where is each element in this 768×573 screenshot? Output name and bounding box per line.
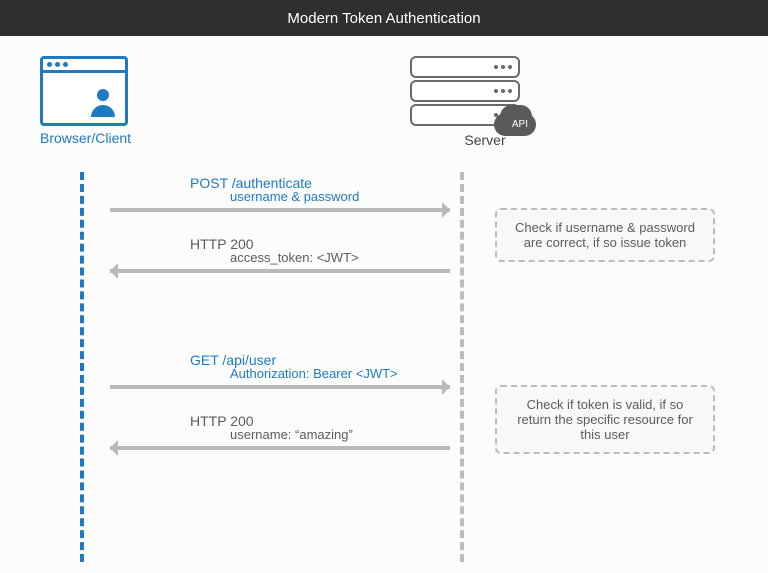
flow1-request-detail: username & password [230, 189, 450, 204]
flow2-request: GET /api/user Authorization: Bearer <JWT… [110, 352, 450, 389]
actor-client: Browser/Client [40, 56, 131, 146]
diagram-title: Modern Token Authentication [287, 10, 480, 27]
client-lifeline [80, 172, 84, 562]
server-lifeline [460, 172, 464, 562]
browser-icon [40, 56, 128, 126]
arrow-left-icon [110, 446, 450, 450]
flow1-server-note: Check if username & password are correct… [495, 208, 715, 262]
flow2-response: HTTP 200 username: “amazing” [110, 413, 450, 450]
server-icon: API [410, 56, 520, 128]
flow2-server-note: Check if token is valid, if so return th… [495, 385, 715, 454]
flow1-response: HTTP 200 access_token: <JWT> [110, 236, 450, 273]
actor-server: API Server [410, 56, 520, 148]
flow1-request: POST /authenticate username & password [110, 175, 450, 212]
flow2-response-detail: username: “amazing” [230, 427, 450, 442]
user-icon [89, 89, 117, 117]
arrow-left-icon [110, 269, 450, 273]
actor-client-label: Browser/Client [40, 130, 131, 146]
api-cloud-icon: API [504, 113, 536, 136]
arrow-right-icon [110, 385, 450, 389]
flow1-response-detail: access_token: <JWT> [230, 250, 450, 265]
diagram-title-bar: Modern Token Authentication [0, 0, 768, 36]
arrow-right-icon [110, 208, 450, 212]
flow2-request-detail: Authorization: Bearer <JWT> [230, 366, 450, 381]
